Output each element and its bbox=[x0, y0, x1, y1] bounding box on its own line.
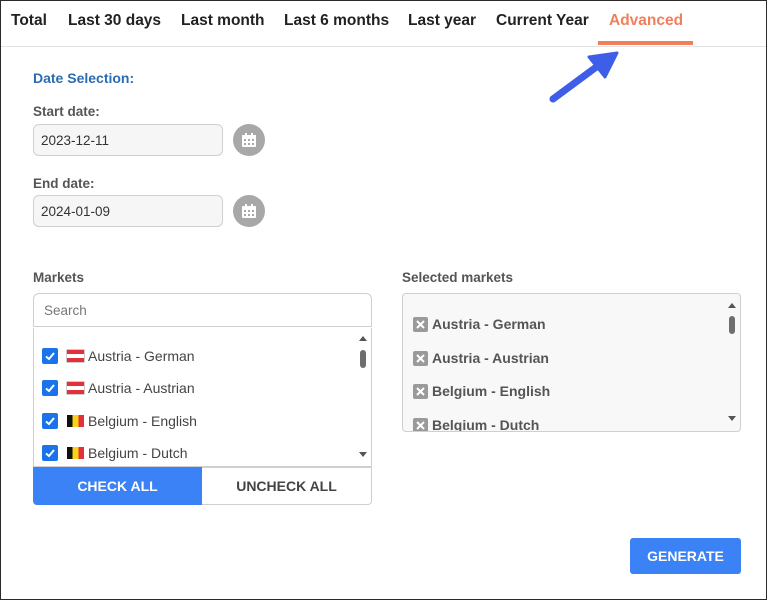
market-item-label: Belgium - English bbox=[88, 413, 197, 429]
market-item-label: Belgium - Dutch bbox=[88, 445, 188, 461]
tab-current-year[interactable]: Current Year bbox=[496, 12, 589, 30]
belgium-flag-icon bbox=[67, 447, 84, 459]
checkbox-checked[interactable] bbox=[42, 348, 58, 364]
start-date-input[interactable]: 2023-12-11 bbox=[33, 124, 223, 156]
belgium-flag-icon bbox=[67, 415, 84, 427]
scroll-down-icon[interactable] bbox=[359, 452, 367, 457]
tab-total[interactable]: Total bbox=[11, 12, 47, 30]
uncheck-all-button[interactable]: UNCHECK ALL bbox=[202, 467, 372, 505]
scroll-up-icon[interactable] bbox=[359, 336, 367, 341]
selected-market-tag: Belgium - Dutch bbox=[413, 415, 540, 432]
end-date-calendar-button[interactable] bbox=[233, 195, 265, 227]
scroll-thumb[interactable] bbox=[360, 350, 366, 368]
scroll-up-icon[interactable] bbox=[728, 303, 736, 308]
selected-market-label: Belgium - Dutch bbox=[432, 417, 540, 432]
selected-market-label: Belgium - English bbox=[432, 383, 551, 399]
scroll-thumb[interactable] bbox=[729, 316, 735, 334]
market-item-belgium-dutch[interactable]: Belgium - Dutch bbox=[42, 443, 188, 463]
scroll-down-icon[interactable] bbox=[728, 416, 736, 421]
end-date-label: End date: bbox=[33, 176, 95, 191]
check-all-button[interactable]: CHECK ALL bbox=[33, 467, 202, 505]
tab-advanced[interactable]: Advanced bbox=[609, 12, 683, 30]
checkmark-icon bbox=[45, 384, 55, 393]
remove-x-icon[interactable] bbox=[413, 383, 428, 399]
selected-market-tag: Belgium - English bbox=[413, 381, 550, 401]
end-date-input[interactable]: 2024-01-09 bbox=[33, 195, 223, 227]
tab-last-6-months[interactable]: Last 6 months bbox=[284, 12, 389, 30]
remove-x-icon[interactable] bbox=[413, 417, 428, 431]
selected-market-tag: Austria - Austrian bbox=[413, 348, 549, 368]
tab-last-month[interactable]: Last month bbox=[181, 12, 265, 30]
selected-market-label: Austria - German bbox=[432, 316, 546, 332]
remove-x-icon[interactable] bbox=[413, 350, 428, 366]
date-selection-title: Date Selection: bbox=[33, 70, 135, 86]
checkbox-checked[interactable] bbox=[42, 445, 58, 461]
selected-markets-list: Austria - German Austria - Austrian Belg… bbox=[402, 293, 741, 432]
market-item-label: Austria - Austrian bbox=[88, 380, 195, 396]
selected-markets-title: Selected markets bbox=[402, 270, 514, 285]
checkmark-icon bbox=[45, 449, 55, 458]
checkbox-checked[interactable] bbox=[42, 380, 58, 396]
market-list: Austria - German Austria - Austrian Belg… bbox=[33, 328, 372, 467]
market-search-input[interactable] bbox=[33, 293, 372, 327]
selected-market-label: Austria - Austrian bbox=[432, 350, 549, 366]
remove-x-icon[interactable] bbox=[413, 316, 428, 332]
market-item-austria-austrian[interactable]: Austria - Austrian bbox=[42, 378, 195, 398]
period-tabs: Total Last 30 days Last month Last 6 mon… bbox=[1, 1, 766, 47]
market-item-belgium-english[interactable]: Belgium - English bbox=[42, 411, 197, 431]
market-list-scrollbar[interactable] bbox=[356, 328, 370, 466]
market-item-label: Austria - German bbox=[88, 348, 195, 364]
selected-list-scrollbar[interactable] bbox=[725, 294, 739, 431]
checkmark-icon bbox=[45, 352, 55, 361]
markets-title: Markets bbox=[33, 270, 85, 285]
austria-flag-icon bbox=[67, 350, 84, 362]
austria-flag-icon bbox=[67, 382, 84, 394]
start-date-label: Start date: bbox=[33, 104, 100, 119]
tab-last-year[interactable]: Last year bbox=[408, 12, 476, 30]
checkbox-checked[interactable] bbox=[42, 413, 58, 429]
checkmark-icon bbox=[45, 417, 55, 426]
market-item-austria-german[interactable]: Austria - German bbox=[42, 346, 195, 366]
calendar-icon bbox=[242, 204, 256, 218]
calendar-icon bbox=[242, 133, 256, 147]
generate-button[interactable]: GENERATE bbox=[630, 538, 741, 574]
selected-market-tag: Austria - German bbox=[413, 314, 546, 334]
annotation-arrow-icon bbox=[549, 51, 619, 103]
start-date-calendar-button[interactable] bbox=[233, 124, 265, 156]
tab-last-30-days[interactable]: Last 30 days bbox=[68, 12, 161, 30]
report-panel: Total Last 30 days Last month Last 6 mon… bbox=[0, 0, 767, 600]
